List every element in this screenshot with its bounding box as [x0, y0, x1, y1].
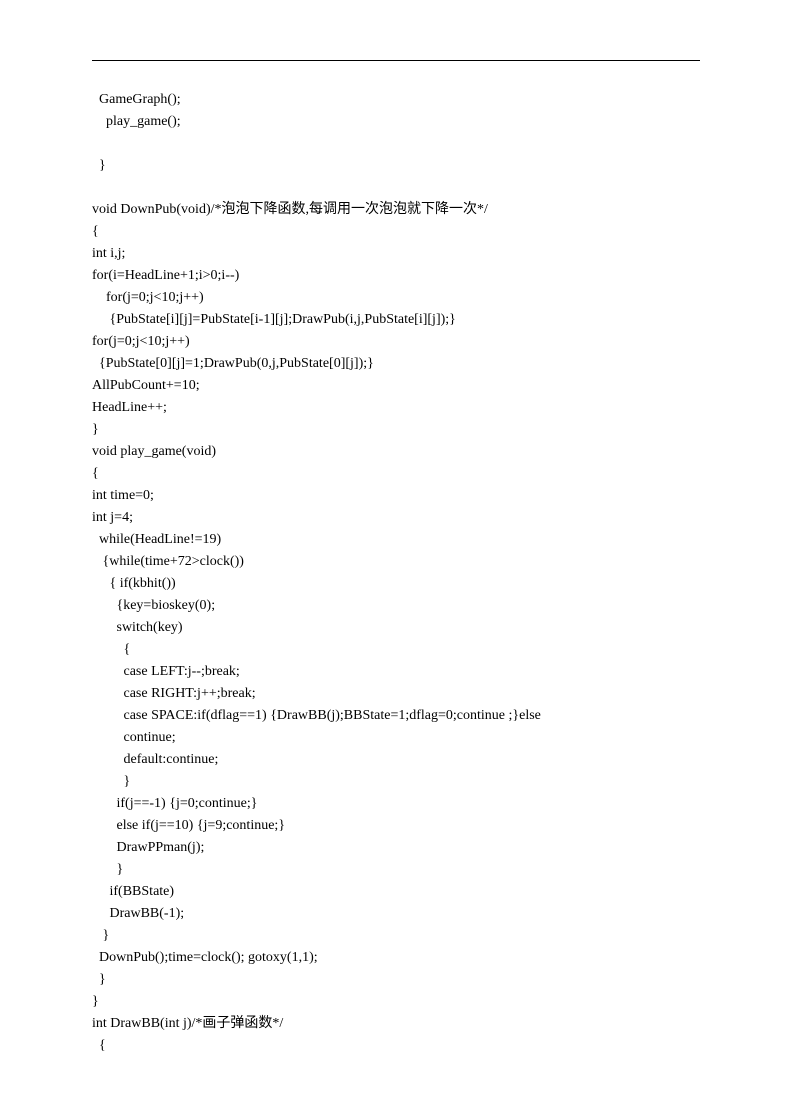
- code-line: { if(kbhit()): [92, 573, 700, 595]
- code-line: play_game();: [92, 111, 700, 133]
- code-line: {while(time+72>clock()): [92, 551, 700, 573]
- code-line: {PubState[0][j]=1;DrawPub(0,j,PubState[0…: [92, 353, 700, 375]
- code-line: }: [92, 991, 700, 1013]
- horizontal-rule: [92, 60, 700, 61]
- code-line: }: [92, 969, 700, 991]
- document-page: GameGraph(); play_game(); } void DownPub…: [0, 0, 792, 1117]
- code-line: switch(key): [92, 617, 700, 639]
- code-line: int j=4;: [92, 507, 700, 529]
- code-line: {PubState[i][j]=PubState[i-1][j];DrawPub…: [92, 309, 700, 331]
- code-line: {key=bioskey(0);: [92, 595, 700, 617]
- code-line: case LEFT:j--;break;: [92, 661, 700, 683]
- code-line: int time=0;: [92, 485, 700, 507]
- code-line: DrawPPman(j);: [92, 837, 700, 859]
- code-line: int DrawBB(int j)/*画子弹函数*/: [92, 1013, 700, 1035]
- code-line: GameGraph();: [92, 89, 700, 111]
- code-line: void DownPub(void)/*泡泡下降函数,每调用一次泡泡就下降一次*…: [92, 199, 700, 221]
- code-line: for(i=HeadLine+1;i>0;i--): [92, 265, 700, 287]
- code-line: while(HeadLine!=19): [92, 529, 700, 551]
- code-line: [92, 177, 700, 199]
- code-line: HeadLine++;: [92, 397, 700, 419]
- code-line: {: [92, 221, 700, 243]
- code-line: {: [92, 1035, 700, 1057]
- code-line: if(BBState): [92, 881, 700, 903]
- code-line: case RIGHT:j++;break;: [92, 683, 700, 705]
- code-line: }: [92, 419, 700, 441]
- code-line: case SPACE:if(dflag==1) {DrawBB(j);BBSta…: [92, 705, 700, 727]
- code-line: [92, 133, 700, 155]
- code-line: AllPubCount+=10;: [92, 375, 700, 397]
- code-line: int i,j;: [92, 243, 700, 265]
- code-line: DownPub();time=clock(); gotoxy(1,1);: [92, 947, 700, 969]
- code-line: else if(j==10) {j=9;continue;}: [92, 815, 700, 837]
- code-line: }: [92, 925, 700, 947]
- code-line: }: [92, 155, 700, 177]
- code-line: for(j=0;j<10;j++): [92, 331, 700, 353]
- code-block: GameGraph(); play_game(); } void DownPub…: [92, 89, 700, 1057]
- code-line: void play_game(void): [92, 441, 700, 463]
- code-line: }: [92, 859, 700, 881]
- code-line: }: [92, 771, 700, 793]
- code-line: default:continue;: [92, 749, 700, 771]
- code-line: if(j==-1) {j=0;continue;}: [92, 793, 700, 815]
- code-line: {: [92, 639, 700, 661]
- code-line: DrawBB(-1);: [92, 903, 700, 925]
- code-line: for(j=0;j<10;j++): [92, 287, 700, 309]
- code-line: continue;: [92, 727, 700, 749]
- code-line: {: [92, 463, 700, 485]
